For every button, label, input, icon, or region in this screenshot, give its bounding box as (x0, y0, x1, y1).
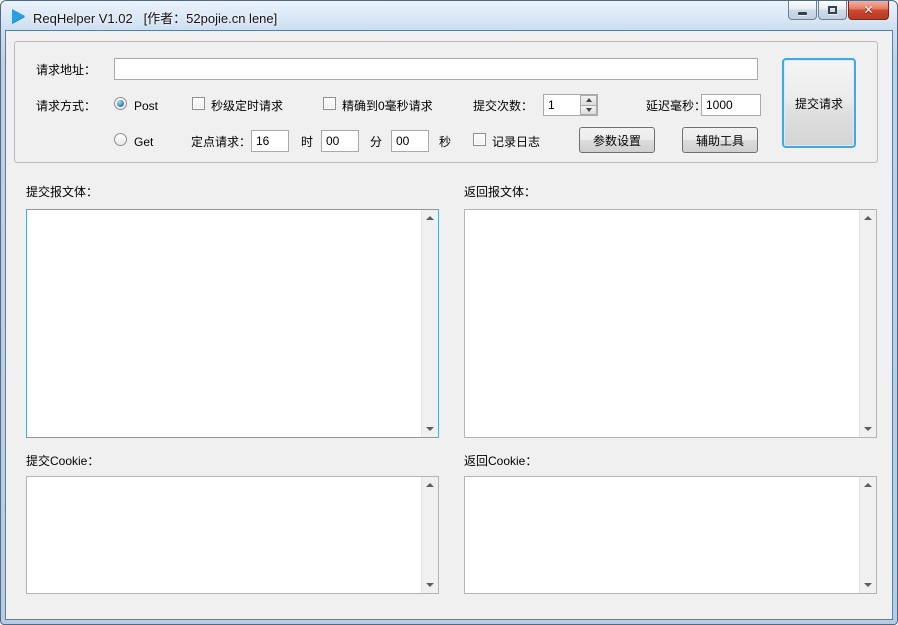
window-title: ReqHelper V1.02 [作者：52pojie.cn lene] (33, 11, 278, 26)
scroll-down-icon (426, 427, 434, 431)
url-input[interactable] (114, 58, 758, 80)
precise-request-checkbox[interactable] (323, 97, 336, 110)
scroll-down-button[interactable] (422, 577, 438, 593)
scroll-down-icon (864, 583, 872, 587)
scroll-up-button[interactable] (422, 210, 438, 226)
request-cookie-scrollbar[interactable] (421, 477, 438, 593)
response-body-panel (464, 209, 877, 438)
submit-count-label: 提交次数： (473, 99, 534, 113)
scroll-up-icon (426, 216, 434, 220)
scroll-down-icon (864, 427, 872, 431)
scroll-up-icon (426, 483, 434, 487)
scroll-down-icon (426, 583, 434, 587)
response-body-textarea[interactable] (465, 210, 859, 437)
count-spin-up-button[interactable] (580, 95, 597, 106)
minute-unit-label: 分 (370, 135, 383, 149)
precise-request-label[interactable]: 精确到0毫秒请求 (342, 98, 433, 114)
hour-input[interactable] (251, 130, 289, 152)
app-icon (12, 9, 25, 23)
minimize-button[interactable] (788, 1, 817, 20)
response-body-label: 返回报文体： (464, 185, 537, 199)
scroll-down-button[interactable] (860, 421, 876, 437)
minute-input[interactable] (321, 130, 359, 152)
method-post-radio[interactable] (114, 97, 127, 110)
method-post-label[interactable]: Post (134, 98, 158, 114)
request-cookie-label: 提交Cookie： (26, 454, 100, 468)
count-spin-down-button[interactable] (580, 105, 597, 115)
scroll-up-button[interactable] (860, 210, 876, 226)
method-get-label[interactable]: Get (134, 134, 153, 150)
submit-request-button[interactable]: 提交请求 (782, 58, 856, 148)
spin-up-icon (585, 98, 592, 103)
request-body-textarea[interactable] (27, 210, 421, 437)
log-label[interactable]: 记录日志 (492, 134, 540, 150)
maximize-button[interactable] (818, 1, 847, 20)
request-body-panel (26, 209, 439, 438)
hour-unit-label: 时 (301, 135, 314, 149)
scroll-down-button[interactable] (860, 577, 876, 593)
maximize-icon (828, 6, 837, 14)
app-window: ReqHelper V1.02 [作者：52pojie.cn lene] ✕ 请… (0, 0, 898, 625)
delay-label: 延迟毫秒： (646, 99, 707, 113)
response-cookie-scrollbar[interactable] (859, 477, 876, 593)
scroll-up-icon (864, 216, 872, 220)
delay-input[interactable] (701, 94, 761, 116)
helper-tools-button[interactable]: 辅助工具 (682, 127, 758, 153)
scroll-up-button[interactable] (422, 477, 438, 493)
timed-request-checkbox[interactable] (192, 97, 205, 110)
response-cookie-textarea[interactable] (465, 477, 859, 593)
log-checkbox[interactable] (473, 133, 486, 146)
title-bar[interactable]: ReqHelper V1.02 [作者：52pojie.cn lene] ✕ (1, 1, 897, 30)
second-input[interactable] (391, 130, 429, 152)
second-unit-label: 秒 (439, 135, 452, 149)
request-cookie-panel (26, 476, 439, 594)
response-cookie-panel (464, 476, 877, 594)
request-body-scrollbar[interactable] (421, 210, 438, 437)
request-body-label: 提交报文体： (26, 185, 99, 199)
spin-down-icon (585, 107, 592, 112)
method-label: 请求方式： (36, 99, 97, 113)
minimize-icon (798, 11, 807, 15)
radio-dot-icon (117, 100, 124, 107)
timed-request-label[interactable]: 秒级定时请求 (211, 98, 283, 114)
close-icon: ✕ (863, 3, 874, 17)
scroll-down-button[interactable] (422, 421, 438, 437)
url-label: 请求地址： (36, 63, 97, 77)
request-cookie-textarea[interactable] (27, 477, 421, 593)
scroll-up-icon (864, 483, 872, 487)
close-button[interactable]: ✕ (848, 1, 889, 20)
params-settings-button[interactable]: 参数设置 (579, 127, 655, 153)
response-cookie-label: 返回Cookie： (464, 454, 538, 468)
fixed-request-label: 定点请求： (191, 135, 252, 149)
client-area: 请求地址： 请求方式： Post 秒级定时请求 精确到0毫秒请求 提交次数： 延… (5, 30, 893, 620)
response-body-scrollbar[interactable] (859, 210, 876, 437)
scroll-up-button[interactable] (860, 477, 876, 493)
method-get-radio[interactable] (114, 133, 127, 146)
